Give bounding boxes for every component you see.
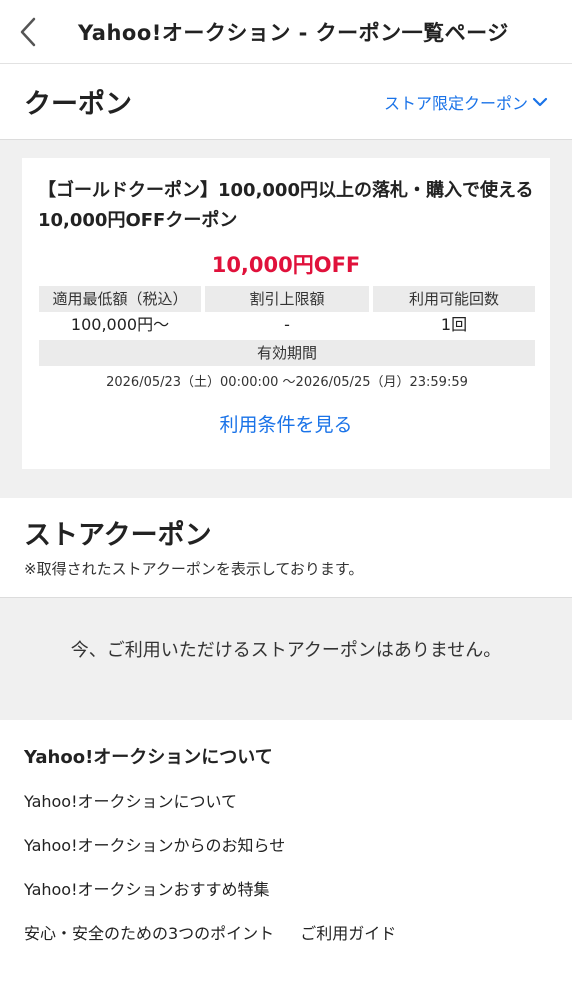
chevron-down-icon [532, 97, 548, 106]
coupon-discount: 10,000円OFF [211, 253, 361, 277]
coupon-section-title: クーポン [24, 89, 132, 120]
coupon-info-table: 適用最低額（税込） 割引上限額 利用可能回数 100,000円〜 - 1回 [39, 286, 535, 338]
footer-link-row: 安心・安全のための3つのポイント ご利用ガイド [24, 904, 548, 948]
coupon-list-area: 【ゴールドクーポン】100,000円以上の落札・購入で使える10,000円OFF… [0, 140, 572, 498]
footer-link-guide[interactable]: ご利用ガイド [300, 920, 396, 948]
app-header: Yahoo!オークション - クーポン一覧ページ [0, 0, 572, 64]
footer-title: Yahoo!オークションについて [24, 747, 273, 768]
view-terms-link[interactable]: 利用条件を見る [38, 410, 534, 437]
filter-label: ストア限定クーポン [383, 93, 528, 113]
footer-link-about[interactable]: Yahoo!オークションについて [24, 788, 548, 816]
footer-link-news[interactable]: Yahoo!オークションからのお知らせ [24, 832, 548, 860]
footer-link-features[interactable]: Yahoo!オークションおすすめ特集 [24, 876, 548, 904]
store-coupon-empty-state: 今、ご利用いただけるストアクーポンはありません。 [0, 598, 572, 720]
uses-value: 1回 [440, 315, 468, 334]
uses-label: 利用可能回数 [373, 286, 535, 312]
store-coupon-filter-dropdown[interactable]: ストア限定クーポン [384, 90, 548, 114]
store-coupon-section: ストアクーポン ※取得されたストアクーポンを表示しております。 [0, 498, 572, 598]
coupon-card: 【ゴールドクーポン】100,000円以上の落札・購入で使える10,000円OFF… [22, 158, 550, 469]
back-button[interactable] [0, 0, 56, 64]
max-discount-label: 割引上限額 [205, 286, 369, 312]
store-coupon-note: ※取得されたストアクーポンを表示しております。 [24, 560, 364, 578]
max-discount-value: - [284, 315, 290, 334]
min-amount-value: 100,000円〜 [70, 315, 170, 334]
empty-message: 今、ご利用いただけるストアクーポンはありません。 [70, 640, 502, 661]
coupon-section-header: クーポン ストア限定クーポン [0, 64, 572, 140]
footer: Yahoo!オークションについて Yahoo!オークションについて Yahoo!… [0, 720, 572, 999]
chevron-left-icon [20, 17, 36, 46]
store-coupon-title: ストアクーポン [24, 520, 212, 551]
period-value: 2026/05/23（土）00:00:00 〜2026/05/25（月）23:5… [106, 375, 468, 390]
coupon-name: 【ゴールドクーポン】100,000円以上の落札・購入で使える10,000円OFF… [38, 180, 534, 231]
period-label: 有効期間 [39, 340, 535, 366]
footer-link-safety[interactable]: 安心・安全のための3つのポイント [24, 920, 274, 948]
page-title: Yahoo!オークション - クーポン一覧ページ [78, 20, 509, 45]
min-amount-label: 適用最低額（税込） [39, 286, 201, 312]
